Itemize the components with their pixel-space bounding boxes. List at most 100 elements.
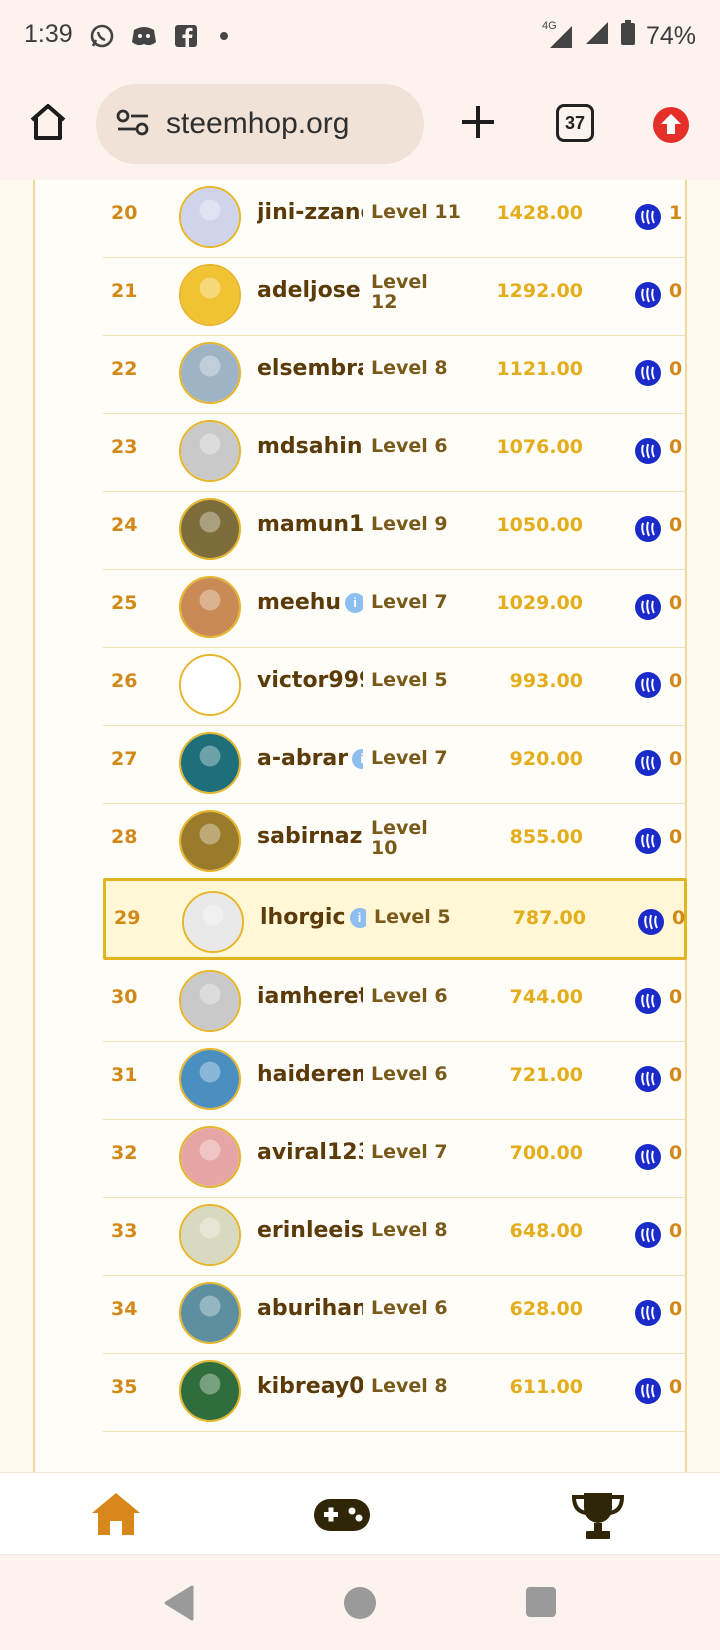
- leaderboard-row[interactable]: 24 mamun12 Level 9 1050.00 0: [103, 488, 687, 570]
- avatar[interactable]: [179, 1204, 241, 1266]
- leaderboard-row[interactable]: 20 jini-zzang Level 11 1428.00 1: [103, 180, 687, 258]
- leaderboard-row[interactable]: 23 mdsahin1 Level 6 1076.00 0: [103, 410, 687, 492]
- points-value: 993.00: [509, 670, 583, 692]
- rank-number: 33: [111, 1220, 138, 1242]
- leaderboard-row[interactable]: 27 a-abrar i Level 7 920.00 0: [103, 722, 687, 804]
- info-icon[interactable]: i: [349, 908, 366, 928]
- battery-percent: 74%: [645, 22, 696, 50]
- leaderboard-row[interactable]: 33 erinleeish Level 8 648.00 0: [103, 1194, 687, 1276]
- avatar[interactable]: [179, 1126, 241, 1188]
- points-value: 1076.00: [496, 436, 583, 458]
- steem-coin-icon: [635, 438, 661, 464]
- points-value: 1292.00: [496, 280, 583, 302]
- username[interactable]: lhorgic i: [260, 905, 366, 930]
- avatar-image: [181, 1050, 239, 1108]
- reward-value: 0: [669, 748, 683, 770]
- avatar[interactable]: [179, 1360, 241, 1422]
- leaderboard-row[interactable]: 21 adeljosei Level 12 1292.00 0: [103, 254, 687, 336]
- avatar[interactable]: [179, 186, 241, 248]
- avatar[interactable]: [179, 498, 241, 560]
- rank-number: 26: [111, 670, 138, 692]
- level-label: Level 7: [371, 1141, 448, 1163]
- username[interactable]: a-abrar i: [257, 746, 363, 771]
- username[interactable]: mamun12: [257, 512, 363, 537]
- reward-value: 0: [669, 1142, 683, 1164]
- new-tab-icon[interactable]: [454, 98, 502, 146]
- trophy-icon[interactable]: [568, 1489, 628, 1541]
- avatar-image: [181, 656, 239, 714]
- more-notifications-dot: [220, 32, 228, 40]
- username[interactable]: aviral123: [257, 1140, 363, 1165]
- steem-coin-icon: [635, 1300, 661, 1326]
- home-nav-icon[interactable]: [342, 1585, 378, 1625]
- address-bar[interactable]: steemhop.org: [96, 84, 424, 164]
- username[interactable]: haiderem: [257, 1062, 363, 1087]
- recents-icon[interactable]: [524, 1585, 558, 1623]
- tab-switcher-button[interactable]: 37: [556, 104, 594, 142]
- avatar-image: [181, 266, 239, 324]
- level-label: Level 12: [371, 271, 428, 313]
- leaderboard-row[interactable]: 25 meehu i Level 7 1029.00 0: [103, 566, 687, 648]
- update-icon[interactable]: [652, 106, 690, 144]
- back-icon[interactable]: [162, 1585, 196, 1625]
- username[interactable]: kibreay00: [257, 1374, 363, 1399]
- avatar[interactable]: [179, 1048, 241, 1110]
- username-text: victor999: [257, 668, 363, 693]
- avatar[interactable]: [179, 654, 241, 716]
- username[interactable]: sabirnaz: [257, 824, 363, 849]
- points-value: 787.00: [512, 907, 586, 929]
- leaderboard-row[interactable]: 30 iamheret Level 6 744.00 0: [103, 960, 687, 1042]
- steem-coin-icon: [635, 516, 661, 542]
- site-settings-icon[interactable]: [116, 107, 150, 141]
- points-value: 920.00: [509, 748, 583, 770]
- home-icon[interactable]: [88, 1489, 148, 1541]
- username[interactable]: iamheret: [257, 984, 363, 1009]
- browser-toolbar: steemhop.org 37: [0, 72, 720, 180]
- info-icon[interactable]: i: [345, 593, 363, 613]
- avatar[interactable]: [179, 420, 241, 482]
- username[interactable]: aburihan: [257, 1296, 363, 1321]
- facebook-icon: [172, 22, 200, 50]
- username[interactable]: erinleeish: [257, 1218, 363, 1243]
- steem-coin-icon: [635, 1066, 661, 1092]
- avatar[interactable]: [179, 264, 241, 326]
- username[interactable]: mdsahin1: [257, 434, 363, 459]
- rank-number: 31: [111, 1064, 138, 1086]
- leaderboard-row[interactable]: 35 kibreay00 Level 8 611.00 0: [103, 1350, 687, 1432]
- avatar[interactable]: [179, 576, 241, 638]
- username[interactable]: jini-zzang: [257, 200, 363, 225]
- reward-value: 0: [669, 1298, 683, 1320]
- status-right: 4G 74%: [542, 20, 696, 53]
- avatar-image: [181, 1284, 239, 1342]
- leaderboard-row[interactable]: 26 victor999 Level 5 993.00 0: [103, 644, 687, 726]
- avatar[interactable]: [179, 342, 241, 404]
- leaderboard-card: 20jini-zzangLevel 111428.00121adeljoseiL…: [33, 180, 687, 1472]
- gamepad-icon[interactable]: [312, 1489, 372, 1541]
- avatar[interactable]: [179, 810, 241, 872]
- avatar[interactable]: [182, 891, 244, 953]
- leaderboard-row[interactable]: 28 sabirnaz Level 10 855.00 0: [103, 800, 687, 882]
- steem-coin-icon: [635, 672, 661, 698]
- browser-home-icon[interactable]: [24, 98, 72, 146]
- points-value: 855.00: [509, 826, 583, 848]
- username[interactable]: adeljosei: [257, 278, 363, 303]
- rank-number: 32: [111, 1142, 138, 1164]
- avatar[interactable]: [179, 970, 241, 1032]
- avatar[interactable]: [179, 732, 241, 794]
- avatar[interactable]: [179, 1282, 241, 1344]
- username[interactable]: elsembra: [257, 356, 363, 381]
- leaderboard-row[interactable]: 31 haiderem Level 6 721.00 0: [103, 1038, 687, 1120]
- points-value: 611.00: [509, 1376, 583, 1398]
- username[interactable]: victor999: [257, 668, 363, 693]
- leaderboard-row[interactable]: 22 elsembra Level 8 1121.00 0: [103, 332, 687, 414]
- username-text: meehu: [257, 590, 342, 615]
- leaderboard-row[interactable]: 34 aburihan Level 6 628.00 0: [103, 1272, 687, 1354]
- reward-value: 0: [669, 1064, 683, 1086]
- leaderboard-row[interactable]: 32 aviral123 Level 7 700.00 0: [103, 1116, 687, 1198]
- leaderboard-row-current-user[interactable]: 29 lhorgic i Level 5 787.00 0: [103, 878, 687, 960]
- info-icon[interactable]: i: [352, 749, 363, 769]
- username[interactable]: meehu i: [257, 590, 363, 615]
- steem-coin-icon: [635, 1144, 661, 1170]
- whatsapp-icon: [88, 22, 116, 50]
- steem-coin-icon: [635, 750, 661, 776]
